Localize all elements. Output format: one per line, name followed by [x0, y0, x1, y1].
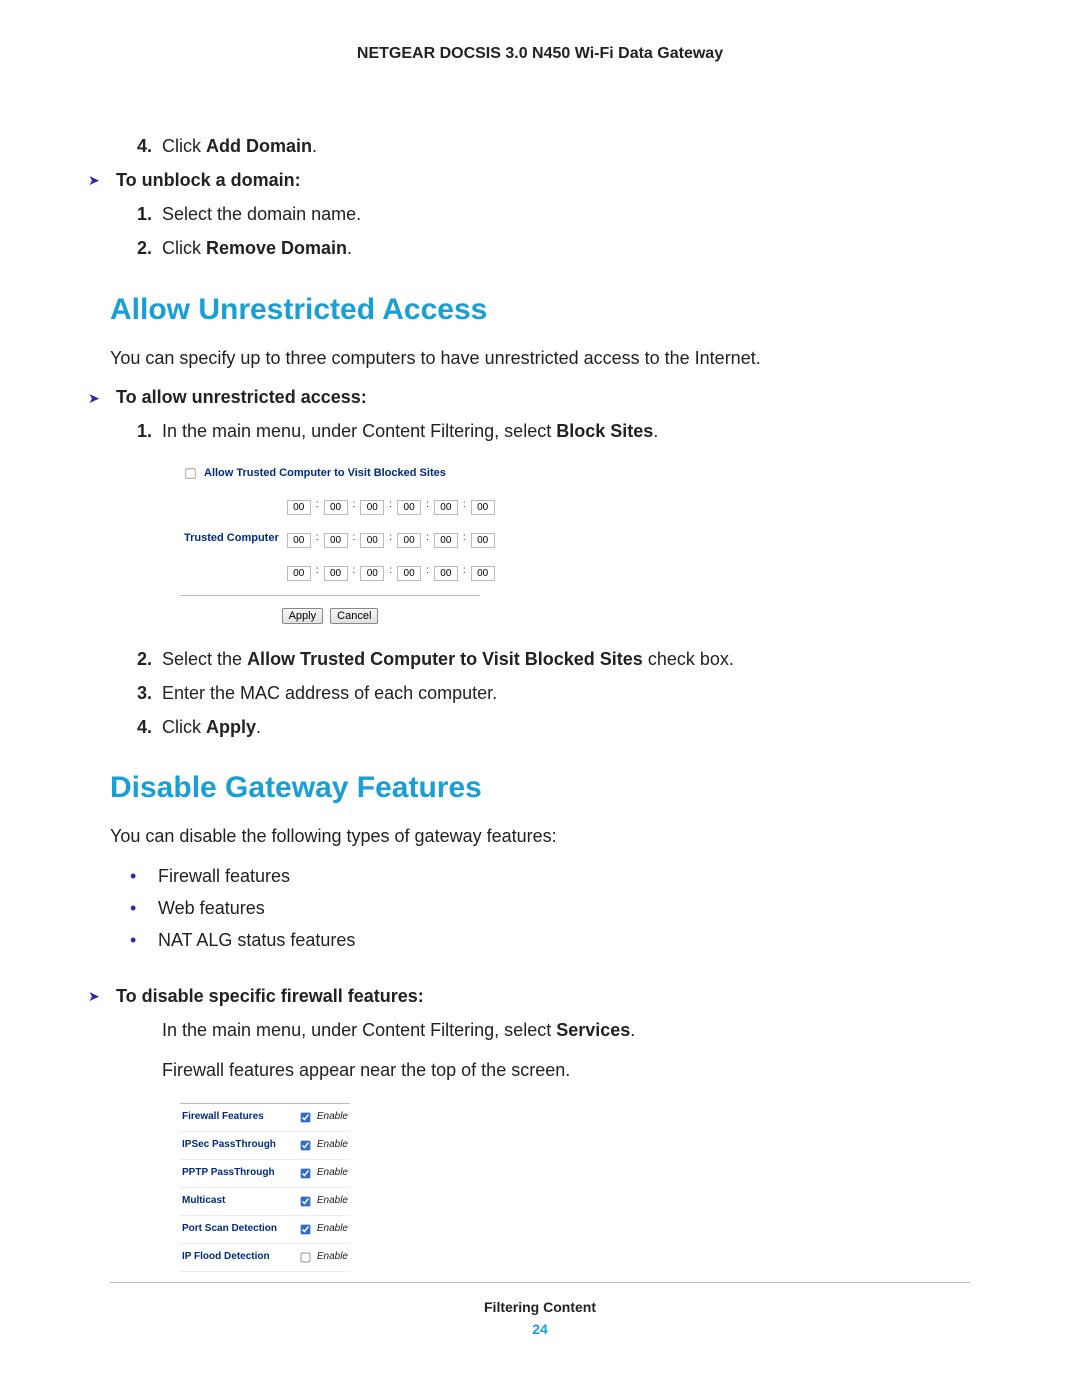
- paragraph: You can disable the following types of g…: [110, 823, 970, 851]
- firewall-features-panel: Firewall FeaturesEnableIPSec PassThrough…: [180, 1103, 350, 1272]
- step-number: 1.: [130, 418, 152, 446]
- mac-row-3: : : : : :: [183, 556, 496, 586]
- divider: [180, 595, 480, 596]
- heading-disable-gateway-features: Disable Gateway Features: [110, 771, 970, 805]
- enable-checkbox[interactable]: [300, 1224, 310, 1234]
- page-number: 24: [110, 1321, 970, 1337]
- firewall-feature-row: PPTP PassThrough Enable: [180, 1160, 350, 1188]
- step-number: 4.: [130, 133, 152, 161]
- cancel-button[interactable]: Cancel: [330, 608, 378, 624]
- chevron-right-icon: ➤: [88, 388, 106, 410]
- mac-octet-input[interactable]: [471, 500, 495, 515]
- mac-octet-input[interactable]: [397, 566, 421, 581]
- bullet-icon: •: [130, 927, 148, 955]
- enable-label: Enable: [317, 1112, 348, 1122]
- bullet-nat-alg: •NAT ALG status features: [130, 927, 970, 955]
- bullet-web: •Web features: [130, 895, 970, 923]
- bullet-icon: •: [130, 863, 148, 891]
- step-number: 2.: [130, 646, 152, 674]
- paragraph: You can specify up to three computers to…: [110, 345, 970, 373]
- instruction-text: In the main menu, under Content Filterin…: [162, 1017, 970, 1045]
- step-2-remove-domain: 2. Click Remove Domain.: [130, 235, 970, 263]
- footer-chapter: Filtering Content: [110, 1299, 970, 1315]
- chevron-right-icon: ➤: [88, 170, 106, 192]
- firewall-feature-label: Firewall Features: [182, 1112, 264, 1122]
- step-number: 1.: [130, 201, 152, 229]
- allow-trusted-checkbox[interactable]: [185, 469, 195, 479]
- step-number: 2.: [130, 235, 152, 263]
- firewall-feature-row: IP Flood Detection Enable: [180, 1244, 350, 1272]
- mac-row-1: : : : : :: [183, 490, 496, 520]
- mac-octet-input[interactable]: [324, 533, 348, 548]
- step-4-add-domain: 4. Click Add Domain.: [130, 133, 970, 161]
- bullet-icon: •: [130, 895, 148, 923]
- firewall-feature-row: IPSec PassThrough Enable: [180, 1132, 350, 1160]
- mac-octet-input[interactable]: [397, 500, 421, 515]
- apply-button[interactable]: Apply: [282, 608, 324, 624]
- mac-row-2: Trusted Computer : : : : :: [183, 523, 496, 553]
- instruction-text: Firewall features appear near the top of…: [162, 1057, 970, 1085]
- enable-checkbox[interactable]: [300, 1140, 310, 1150]
- enable-checkbox[interactable]: [300, 1252, 310, 1262]
- mac-octet-input[interactable]: [287, 566, 311, 581]
- mac-octet-input[interactable]: [360, 500, 384, 515]
- enable-label: Enable: [317, 1140, 348, 1150]
- enable-checkbox[interactable]: [300, 1112, 310, 1122]
- mac-octet-input[interactable]: [397, 533, 421, 548]
- firewall-feature-row: Multicast Enable: [180, 1188, 350, 1216]
- enable-label: Enable: [317, 1252, 348, 1262]
- chevron-right-icon: ➤: [88, 986, 106, 1008]
- procedure-unblock-domain: ➤ To unblock a domain:: [88, 167, 970, 195]
- mac-octet-input[interactable]: [434, 566, 458, 581]
- step-2-select-checkbox: 2. Select the Allow Trusted Computer to …: [130, 646, 970, 674]
- bullet-firewall: •Firewall features: [130, 863, 970, 891]
- mac-octet-input[interactable]: [360, 566, 384, 581]
- step-1-select-domain: 1. Select the domain name.: [130, 201, 970, 229]
- mac-octet-input[interactable]: [287, 533, 311, 548]
- firewall-feature-label: IPSec PassThrough: [182, 1140, 276, 1150]
- divider: [110, 1282, 970, 1283]
- step-3-enter-mac: 3. Enter the MAC address of each compute…: [130, 680, 970, 708]
- mac-octet-input[interactable]: [471, 533, 495, 548]
- mac-octet-input[interactable]: [434, 533, 458, 548]
- firewall-feature-label: IP Flood Detection: [182, 1252, 270, 1262]
- enable-label: Enable: [317, 1196, 348, 1206]
- document-header: NETGEAR DOCSIS 3.0 N450 Wi-Fi Data Gatew…: [110, 45, 970, 63]
- enable-label: Enable: [317, 1224, 348, 1234]
- heading-allow-unrestricted-access: Allow Unrestricted Access: [110, 293, 970, 327]
- mac-octet-input[interactable]: [471, 566, 495, 581]
- step-1-block-sites: 1. In the main menu, under Content Filte…: [130, 418, 970, 446]
- mac-octet-input[interactable]: [434, 500, 458, 515]
- step-number: 3.: [130, 680, 152, 708]
- firewall-feature-row: Port Scan Detection Enable: [180, 1216, 350, 1244]
- trusted-computer-panel: Allow Trusted Computer to Visit Blocked …: [180, 464, 480, 628]
- enable-checkbox[interactable]: [300, 1196, 310, 1206]
- enable-label: Enable: [317, 1168, 348, 1178]
- mac-octet-input[interactable]: [287, 500, 311, 515]
- mac-octet-input[interactable]: [360, 533, 384, 548]
- firewall-feature-label: PPTP PassThrough: [182, 1168, 275, 1178]
- mac-octet-input[interactable]: [324, 566, 348, 581]
- enable-checkbox[interactable]: [300, 1168, 310, 1178]
- procedure-disable-firewall: ➤ To disable specific firewall features:: [88, 983, 970, 1011]
- procedure-allow-unrestricted: ➤ To allow unrestricted access:: [88, 384, 970, 412]
- step-4-click-apply: 4. Click Apply.: [130, 714, 970, 742]
- mac-octet-input[interactable]: [324, 500, 348, 515]
- firewall-feature-row: Firewall Features Enable: [180, 1104, 350, 1132]
- firewall-feature-label: Port Scan Detection: [182, 1224, 277, 1234]
- trusted-computer-label: Trusted Computer: [183, 523, 283, 553]
- trusted-panel-title: Allow Trusted Computer to Visit Blocked …: [204, 465, 446, 482]
- firewall-feature-label: Multicast: [182, 1196, 225, 1206]
- step-number: 4.: [130, 714, 152, 742]
